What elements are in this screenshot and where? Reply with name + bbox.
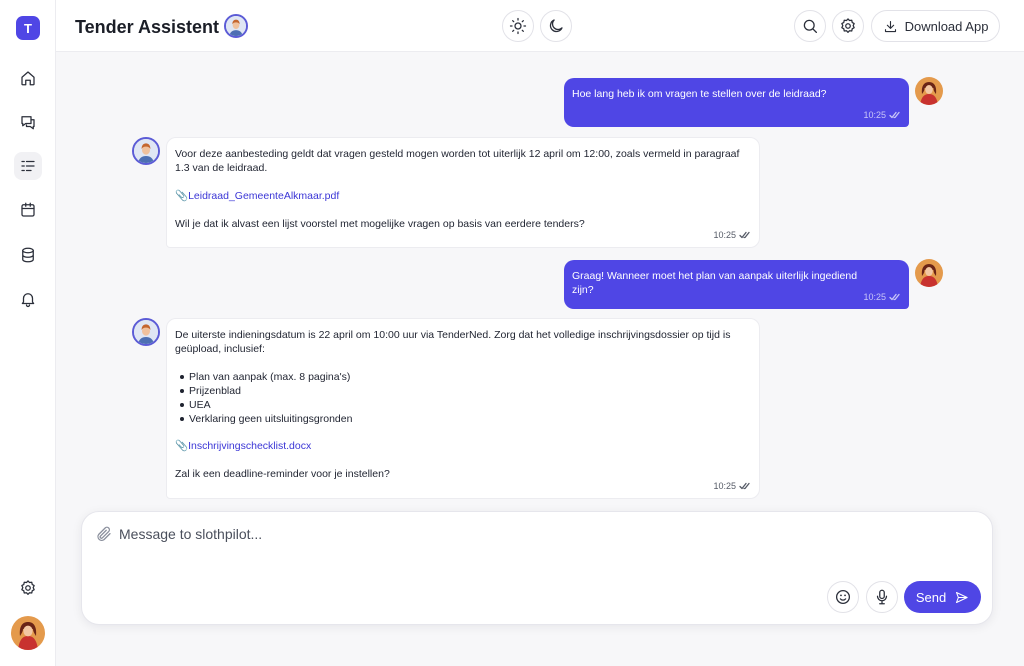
message-assistant-2: Voor deze aanbesteding geldt dat vragen …: [166, 137, 760, 248]
message-timestamp: 10:25: [863, 108, 901, 122]
user-avatar-image: [915, 259, 943, 287]
double-check-icon: [889, 111, 900, 119]
list-item: UEA: [175, 398, 751, 412]
list-item: Prijzenblad: [175, 384, 751, 398]
moon-icon: [549, 19, 563, 33]
user-avatar-image: [915, 77, 943, 105]
assistant-message-avatar: [132, 318, 160, 346]
top-header: Tender Assistent Download App: [56, 0, 1024, 52]
sidebar-item-calendar[interactable]: [14, 196, 42, 224]
message-text: Graag! Wanneer moet het plan van aanpak …: [572, 270, 858, 296]
emoji-button[interactable]: [827, 581, 859, 613]
sidebar: T: [0, 0, 56, 666]
assistant-avatar-image: [134, 320, 158, 344]
gear-icon: [841, 18, 855, 34]
double-check-icon: [889, 293, 900, 301]
smiley-icon: [835, 589, 851, 605]
page-title: Tender Assistent: [75, 17, 220, 37]
message-timestamp: 10:25: [863, 290, 901, 304]
assistant-avatar-image: [134, 139, 158, 163]
message-text: Voor deze aanbesteding geldt dat vragen …: [175, 148, 740, 174]
download-app-button[interactable]: Download App: [871, 10, 1000, 42]
sidebar-item-home[interactable]: [14, 64, 42, 92]
home-icon: [21, 71, 35, 86]
paperclip-icon: 📎: [175, 190, 189, 202]
assistant-message-avatar: [132, 137, 160, 165]
bell-icon: [21, 293, 35, 308]
assistant-avatar: [224, 14, 248, 38]
message-followup: Wil je dat ik alvast een lijst voorstel …: [175, 218, 585, 230]
assistant-avatar-image: [226, 16, 246, 36]
message-user-1: Hoe lang heb ik om vragen te stellen ove…: [564, 78, 909, 127]
user-message-avatar: [915, 77, 943, 105]
dark-theme-button[interactable]: [540, 10, 572, 42]
message-assistant-4: De uiterste indieningsdatum is 22 april …: [166, 318, 760, 499]
attachment-link[interactable]: 📎Leidraad_GemeenteAlkmaar.pdf: [175, 189, 751, 203]
message-user-3: Graag! Wanneer moet het plan van aanpak …: [564, 260, 909, 309]
sidebar-item-database[interactable]: [14, 241, 42, 269]
double-check-icon: [739, 482, 750, 490]
paperclip-icon: 📎: [175, 440, 189, 452]
voice-input-button[interactable]: [866, 581, 898, 613]
sidebar-settings-button[interactable]: [14, 574, 42, 602]
send-icon: [956, 591, 968, 603]
download-icon: [884, 20, 896, 32]
sun-icon: [509, 17, 527, 35]
user-avatar[interactable]: [11, 616, 45, 650]
list-icon: [21, 160, 35, 172]
user-avatar-image: [11, 616, 45, 650]
message-composer: Send: [81, 511, 993, 625]
message-timestamp: 10:25: [713, 228, 751, 242]
user-message-avatar: [915, 259, 943, 287]
message-followup: Zal ik een deadline-reminder voor je ins…: [175, 468, 390, 480]
chat-icon: [21, 116, 35, 130]
list-item: Verklaring geen uitsluitingsgronden: [175, 412, 751, 426]
message-timestamp: 10:25: [713, 479, 751, 493]
light-theme-button[interactable]: [502, 10, 534, 42]
attachment-link[interactable]: 📎Inschrijvingschecklist.docx: [175, 439, 751, 453]
double-check-icon: [739, 231, 750, 239]
calendar-icon: [21, 202, 35, 217]
app-logo[interactable]: T: [16, 16, 40, 40]
database-icon: [22, 247, 34, 263]
message-input[interactable]: [119, 523, 819, 545]
message-text: De uiterste indieningsdatum is 22 april …: [175, 329, 731, 355]
sidebar-item-tenders[interactable]: [14, 152, 42, 180]
search-icon: [803, 19, 818, 34]
list-item: Plan van aanpak (max. 8 pagina's): [175, 370, 751, 384]
message-bullet-list: Plan van aanpak (max. 8 pagina's) Prijze…: [175, 370, 751, 426]
send-button[interactable]: Send: [904, 581, 981, 613]
paperclip-icon: [97, 526, 111, 541]
gear-icon: [21, 580, 35, 596]
settings-button[interactable]: [832, 10, 864, 42]
search-button[interactable]: [794, 10, 826, 42]
sidebar-item-notifications[interactable]: [14, 285, 42, 313]
message-text: Hoe lang heb ik om vragen te stellen ove…: [572, 88, 827, 100]
attach-file-button[interactable]: [95, 525, 113, 543]
sidebar-item-chats[interactable]: [14, 108, 42, 136]
microphone-icon: [876, 589, 888, 605]
